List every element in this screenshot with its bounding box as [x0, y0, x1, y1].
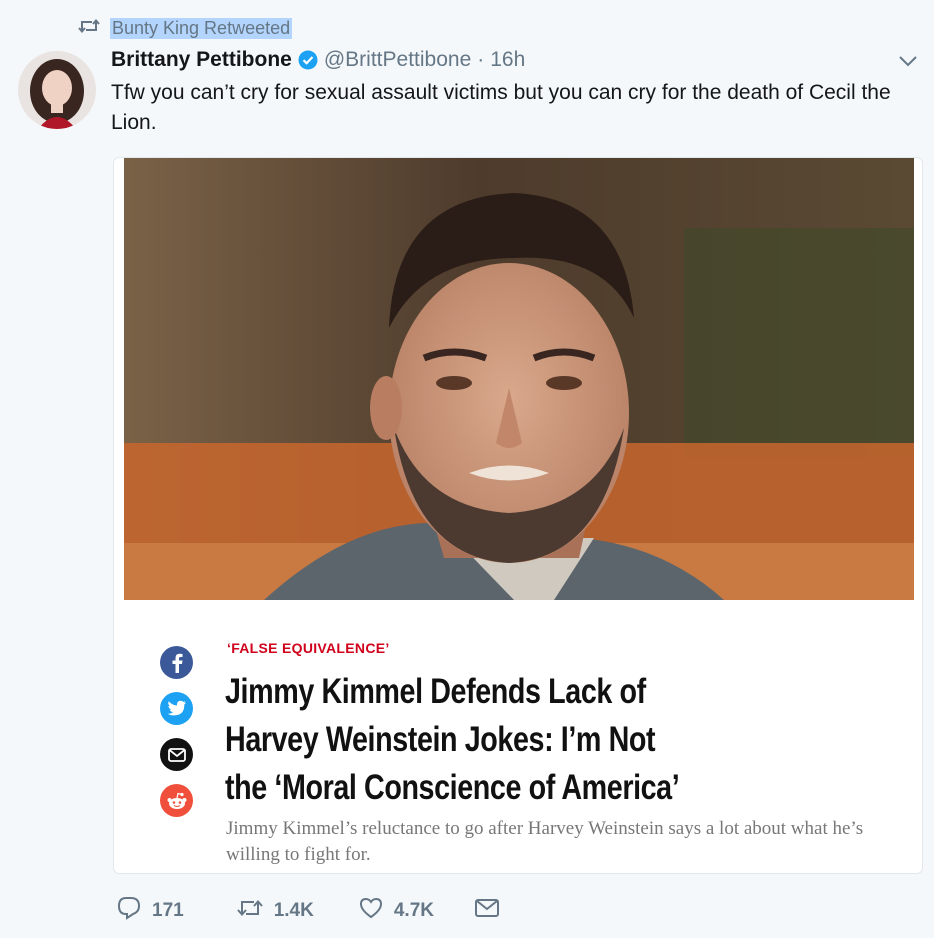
like-button[interactable]: 4.7K: [358, 896, 434, 926]
author-name[interactable]: Brittany Pettibone: [111, 48, 292, 72]
retweet-icon: [78, 17, 100, 40]
retweet-button[interactable]: 1.4K: [236, 897, 314, 925]
tweet-text: Tfw you can’t cry for sexual assault vic…: [111, 81, 891, 134]
reply-button[interactable]: 171: [116, 896, 184, 926]
retweet-context[interactable]: Bunty King Retweeted: [78, 17, 293, 40]
article-kicker: ‘FALSE EQUIVALENCE’: [227, 640, 390, 656]
avatar[interactable]: [18, 51, 96, 129]
separator-dot: ·: [477, 48, 485, 71]
reply-count: 171: [152, 900, 184, 921]
tweet-actions: 171 1.4K 4.7K: [116, 896, 500, 926]
tweet-timestamp[interactable]: 16h: [490, 48, 525, 72]
reddit-icon[interactable]: [160, 784, 193, 817]
email-icon[interactable]: [160, 738, 193, 771]
link-card[interactable]: ‘FALSE EQUIVALENCE’ Jimmy Kimmel Defends…: [113, 157, 923, 874]
twitter-icon[interactable]: [160, 692, 193, 725]
tweet-header: Brittany Pettibone @BrittPettibone · 16h: [111, 48, 525, 72]
direct-message-button[interactable]: [474, 897, 500, 925]
article-photo[interactable]: [124, 158, 914, 600]
article-dek: Jimmy Kimmel’s reluctance to go after Ha…: [226, 818, 864, 865]
envelope-icon: [474, 897, 500, 925]
like-count: 4.7K: [393, 900, 434, 921]
facebook-icon[interactable]: [160, 646, 193, 679]
retweet-icon: [236, 897, 264, 925]
article-preview[interactable]: ‘FALSE EQUIVALENCE’ Jimmy Kimmel Defends…: [124, 600, 914, 872]
chevron-down-icon[interactable]: [898, 54, 918, 73]
verified-badge-icon: [298, 50, 318, 70]
reply-icon: [116, 896, 142, 926]
retweet-count: 1.4K: [273, 900, 314, 921]
share-buttons: [160, 646, 193, 817]
retweet-label[interactable]: Bunty King Retweeted: [110, 18, 293, 39]
heart-icon: [358, 896, 384, 926]
article-headline[interactable]: Jimmy Kimmel Defends Lack of Harvey Wein…: [225, 668, 684, 812]
author-handle[interactable]: @BrittPettibone: [324, 48, 471, 72]
